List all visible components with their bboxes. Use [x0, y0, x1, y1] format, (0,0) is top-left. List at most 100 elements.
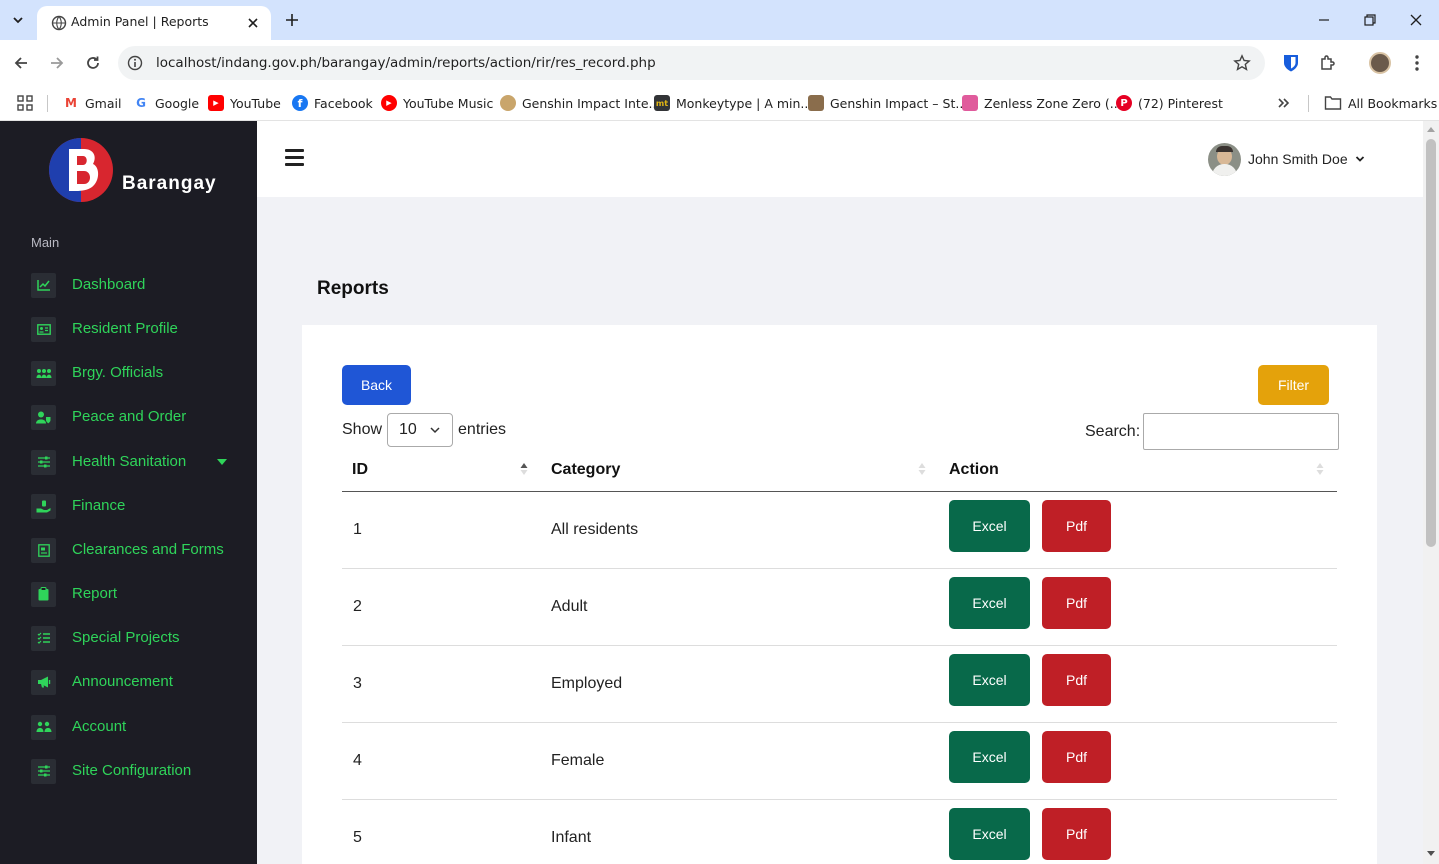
bookmarks-bar: M Gmail G Google ▶ YouTube f Facebook ▶ YouTu… [0, 86, 1439, 121]
sidebar-item-label: Resident Profile [72, 320, 178, 337]
column-header-category[interactable]: Category [551, 461, 620, 479]
close-icon [1410, 14, 1422, 26]
sidebar-item-peace-and-order[interactable]: Peace and Order [31, 402, 241, 432]
search-input[interactable] [1143, 413, 1340, 450]
pdf-button[interactable]: Pdf [1042, 654, 1111, 706]
scroll-down-arrow-icon[interactable] [1427, 851, 1435, 856]
excel-button[interactable]: Excel [949, 654, 1030, 706]
cell-category: Female [551, 752, 605, 769]
column-header-action[interactable]: Action [949, 461, 999, 479]
page-viewport: Barangay Main Dashboard Resident Profile… [0, 121, 1439, 864]
pdf-button[interactable]: Pdf [1042, 808, 1111, 860]
excel-button[interactable]: Excel [949, 500, 1030, 552]
reports-table: ID Category Action 1 All residents Excel… [342, 451, 1337, 864]
sidebar-item-label: Report [72, 585, 118, 602]
back-button[interactable]: Back [342, 365, 411, 405]
bookmark-genshin-interactive[interactable]: Genshin Impact Inte... [500, 93, 660, 113]
sidebar-item-clearances-and-forms[interactable]: Clearances and Forms [31, 535, 241, 565]
bookmark-star-icon[interactable] [1233, 54, 1251, 72]
tab-close-button[interactable] [243, 13, 263, 33]
column-header-id[interactable]: ID [352, 461, 368, 479]
clipboard-icon [31, 581, 56, 607]
table-row: 1 All residents Excel Pdf [342, 492, 1337, 569]
page-scrollbar[interactable] [1423, 121, 1439, 864]
excel-button[interactable]: Excel [949, 577, 1030, 629]
arrow-left-icon [14, 57, 27, 69]
all-bookmarks-button[interactable]: All Bookmarks [1324, 93, 1437, 113]
sidebar-item-finance[interactable]: Finance [31, 491, 241, 521]
reports-card: Back Filter Show 10 entries Search: ID C… [302, 325, 1377, 864]
entries-select[interactable]: 10 [387, 413, 454, 447]
browser-tab-active[interactable]: Admin Panel | Reports [37, 6, 271, 40]
gmail-icon: M [63, 95, 79, 111]
sidebar-item-site-configuration[interactable]: Site Configuration [31, 756, 241, 786]
restore-icon [1364, 14, 1376, 26]
bookmark-gmail[interactable]: M Gmail [63, 93, 121, 113]
filter-button[interactable]: Filter [1258, 365, 1329, 405]
youtube-icon: ▶ [208, 95, 224, 111]
address-bar[interactable]: localhost/indang.gov.ph/barangay/admin/r… [118, 46, 1265, 80]
brand[interactable]: Barangay [46, 135, 246, 205]
cell-id: 3 [353, 675, 362, 692]
minimize-button[interactable] [1301, 0, 1347, 40]
sidebar-item-special-projects[interactable]: Special Projects [31, 623, 241, 653]
profile-avatar-button[interactable] [1369, 52, 1391, 74]
sidebar-item-announcement[interactable]: Announcement [31, 667, 241, 697]
pdf-button[interactable]: Pdf [1042, 577, 1111, 629]
table-row: 3 Employed Excel Pdf [342, 646, 1337, 723]
table-search: Search: [1085, 413, 1340, 450]
hamburger-menu-icon[interactable] [285, 149, 304, 167]
bookmark-youtube-music[interactable]: ▶ YouTube Music [381, 93, 493, 113]
bookmark-pinterest[interactable]: P (72) Pinterest [1116, 93, 1223, 113]
bookmark-google[interactable]: G Google [133, 93, 199, 113]
youtube-music-icon: ▶ [381, 95, 397, 111]
globe-icon [51, 15, 67, 31]
sidebar-item-report[interactable]: Report [31, 579, 241, 609]
chevron-down-icon [1355, 156, 1364, 162]
excel-button[interactable]: Excel [949, 808, 1030, 860]
reload-button[interactable] [80, 50, 106, 76]
bookmark-facebook[interactable]: f Facebook [292, 93, 373, 113]
more-bookmarks-button[interactable] [1277, 93, 1291, 113]
forward-nav-button[interactable] [44, 50, 70, 76]
back-nav-button[interactable] [8, 50, 34, 76]
sort-asc-icon[interactable] [520, 461, 528, 477]
sort-icon[interactable] [918, 461, 926, 477]
scroll-up-arrow-icon[interactable] [1427, 127, 1435, 132]
sidebar-item-label: Clearances and Forms [72, 541, 224, 558]
main-content: John Smith Doe Reports Back Filter Show … [257, 121, 1423, 864]
page-title: Reports [317, 278, 389, 299]
sidebar-item-brgy-officials[interactable]: Brgy. Officials [31, 358, 241, 388]
chevron-down-icon [430, 427, 440, 434]
restore-button[interactable] [1347, 0, 1393, 40]
excel-button[interactable]: Excel [949, 731, 1030, 783]
tab-search-button[interactable] [6, 8, 30, 32]
more-vertical-icon [1415, 55, 1419, 71]
bookmark-youtube[interactable]: ▶ YouTube [208, 93, 281, 113]
bookmark-genshin-store[interactable]: Genshin Impact – St... [808, 93, 967, 113]
user-menu[interactable]: John Smith Doe [1208, 142, 1365, 176]
bookmark-zenless-zone-zero[interactable]: Zenless Zone Zero (... [962, 93, 1122, 113]
sidebar-item-resident-profile[interactable]: Resident Profile [31, 314, 241, 344]
sort-icon[interactable] [1316, 461, 1324, 477]
extensions-button[interactable] [1317, 52, 1339, 74]
scrollbar-thumb[interactable] [1426, 139, 1436, 547]
bitwarden-extension-icon[interactable] [1280, 52, 1302, 74]
window-close-button[interactable] [1393, 0, 1439, 40]
pdf-button[interactable]: Pdf [1042, 731, 1111, 783]
sidebar-item-label: Peace and Order [72, 408, 187, 425]
bookmark-monkeytype[interactable]: mt Monkeytype | A min... [654, 93, 812, 113]
pdf-button[interactable]: Pdf [1042, 500, 1111, 552]
apps-button[interactable] [17, 93, 33, 113]
cell-category: Employed [551, 675, 623, 692]
sidebar-item-account[interactable]: Account [31, 712, 241, 742]
sidebar-item-health-sanitation[interactable]: Health Sanitation [31, 447, 241, 477]
info-icon[interactable] [127, 55, 143, 71]
new-tab-button[interactable] [280, 8, 304, 32]
monkeytype-icon: mt [654, 95, 670, 111]
list-check-icon [31, 625, 56, 651]
sidebar-item-dashboard[interactable]: Dashboard [31, 270, 241, 300]
entries-length-control: Show 10 entries [342, 413, 506, 447]
cell-category: Adult [551, 598, 588, 615]
browser-menu-button[interactable] [1406, 52, 1428, 74]
